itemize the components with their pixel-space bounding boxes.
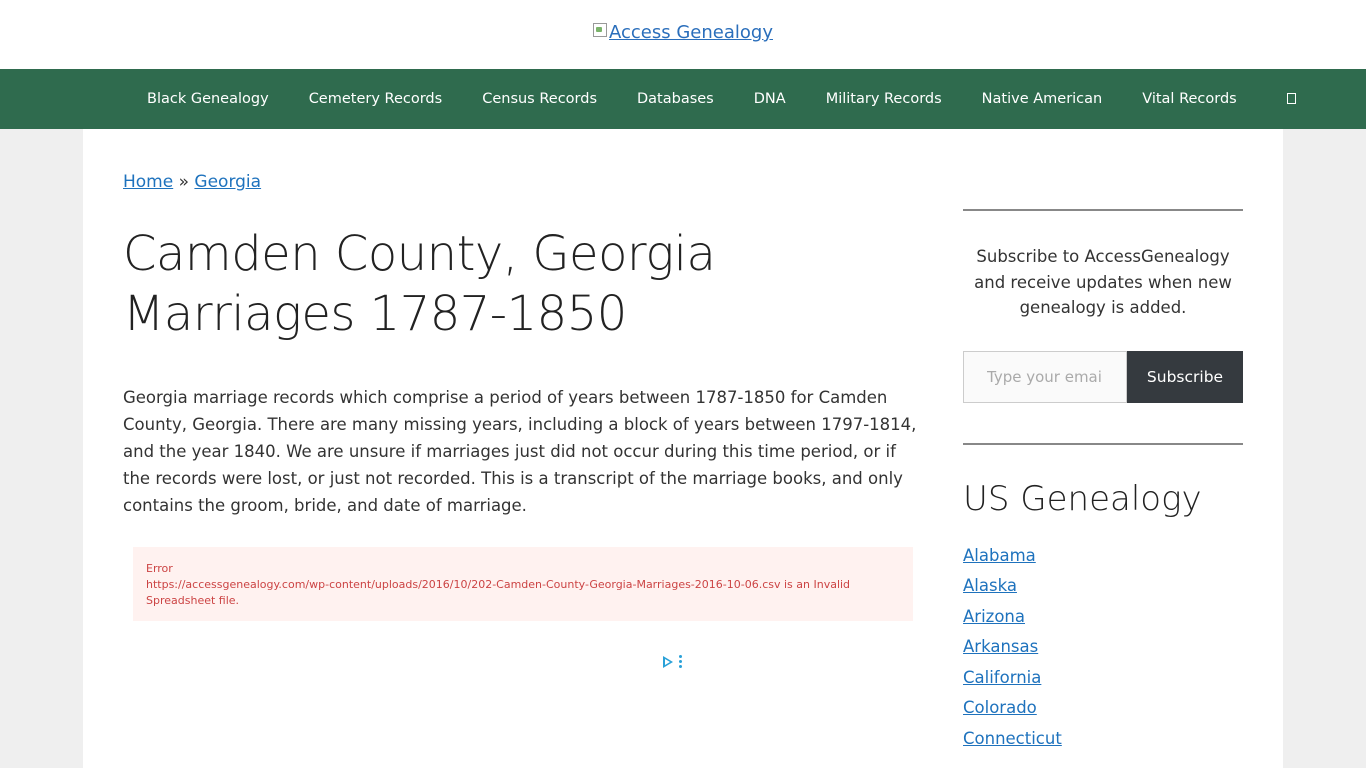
sidebar-divider [963, 209, 1243, 211]
nav-item-databases[interactable]: Databases [617, 69, 734, 129]
list-item: Arkansas [963, 632, 1243, 663]
list-item: Alaska [963, 571, 1243, 602]
main-content: Home » Georgia Camden County, Georgia Ma… [123, 129, 923, 621]
state-link-alaska[interactable]: Alaska [963, 576, 1017, 595]
error-title: Error [146, 562, 173, 575]
nav-item-census-records[interactable]: Census Records [462, 69, 617, 129]
state-link-arkansas[interactable]: Arkansas [963, 637, 1038, 656]
list-item: California [963, 663, 1243, 694]
nav-item-black-genealogy[interactable]: Black Genealogy [127, 69, 289, 129]
intro-paragraph: Georgia marriage records which comprise … [123, 388, 917, 515]
state-link-alabama[interactable]: Alabama [963, 546, 1036, 565]
ad-play-icon[interactable] [663, 655, 673, 668]
page-container: Home » Georgia Camden County, Georgia Ma… [83, 129, 1283, 768]
list-item: Connecticut [963, 724, 1243, 755]
nav-item-vital-records[interactable]: Vital Records [1122, 69, 1257, 129]
breadcrumb: Home » Georgia [123, 172, 923, 192]
error-text: https://accessgenealogy.com/wp-content/u… [146, 578, 851, 607]
state-list: Alabama Alaska Arizona Arkansas Californ… [963, 541, 1243, 755]
subscribe-text: Subscribe to AccessGenealogy and receive… [974, 247, 1232, 317]
nav-item-dna[interactable]: DNA [734, 69, 806, 129]
email-input[interactable] [963, 350, 1127, 403]
logo-alt-text: Access Genealogy [609, 22, 773, 43]
state-link-california[interactable]: California [963, 668, 1041, 687]
main-navigation: Black Genealogy Cemetery Records Census … [0, 69, 1366, 129]
breadcrumb-georgia-link[interactable]: Georgia [194, 172, 261, 192]
sidebar: Subscribe to AccessGenealogy and receive… [963, 209, 1243, 754]
ad-choices-controls[interactable] [663, 655, 682, 668]
breadcrumb-home-link[interactable]: Home [123, 172, 173, 192]
ad-menu-icon[interactable] [679, 655, 682, 668]
state-link-colorado[interactable]: Colorado [963, 698, 1037, 717]
state-link-connecticut[interactable]: Connecticut [963, 729, 1062, 748]
us-genealogy-heading: US Genealogy [963, 478, 1202, 519]
site-header: Access Genealogy [0, 0, 1366, 69]
list-item: Alabama [963, 541, 1243, 572]
nav-item-military-records[interactable]: Military Records [806, 69, 962, 129]
state-link-arizona[interactable]: Arizona [963, 607, 1025, 626]
site-logo-link[interactable]: Access Genealogy [593, 22, 773, 43]
list-item: Arizona [963, 602, 1243, 633]
subscribe-button[interactable]: Subscribe [1127, 350, 1243, 403]
broken-image-icon [593, 23, 608, 37]
nav-item-cemetery-records[interactable]: Cemetery Records [289, 69, 463, 129]
error-message-box: Error https://accessgenealogy.com/wp-con… [133, 547, 913, 621]
sidebar-divider [963, 442, 1243, 445]
search-icon[interactable] [1267, 69, 1316, 129]
breadcrumb-separator: » [178, 172, 190, 192]
page-title: Camden County, Georgia Marriages 1787-18… [123, 226, 716, 342]
list-item: Colorado [963, 693, 1243, 724]
subscribe-form: Subscribe [963, 350, 1243, 403]
nav-item-native-american[interactable]: Native American [962, 69, 1123, 129]
